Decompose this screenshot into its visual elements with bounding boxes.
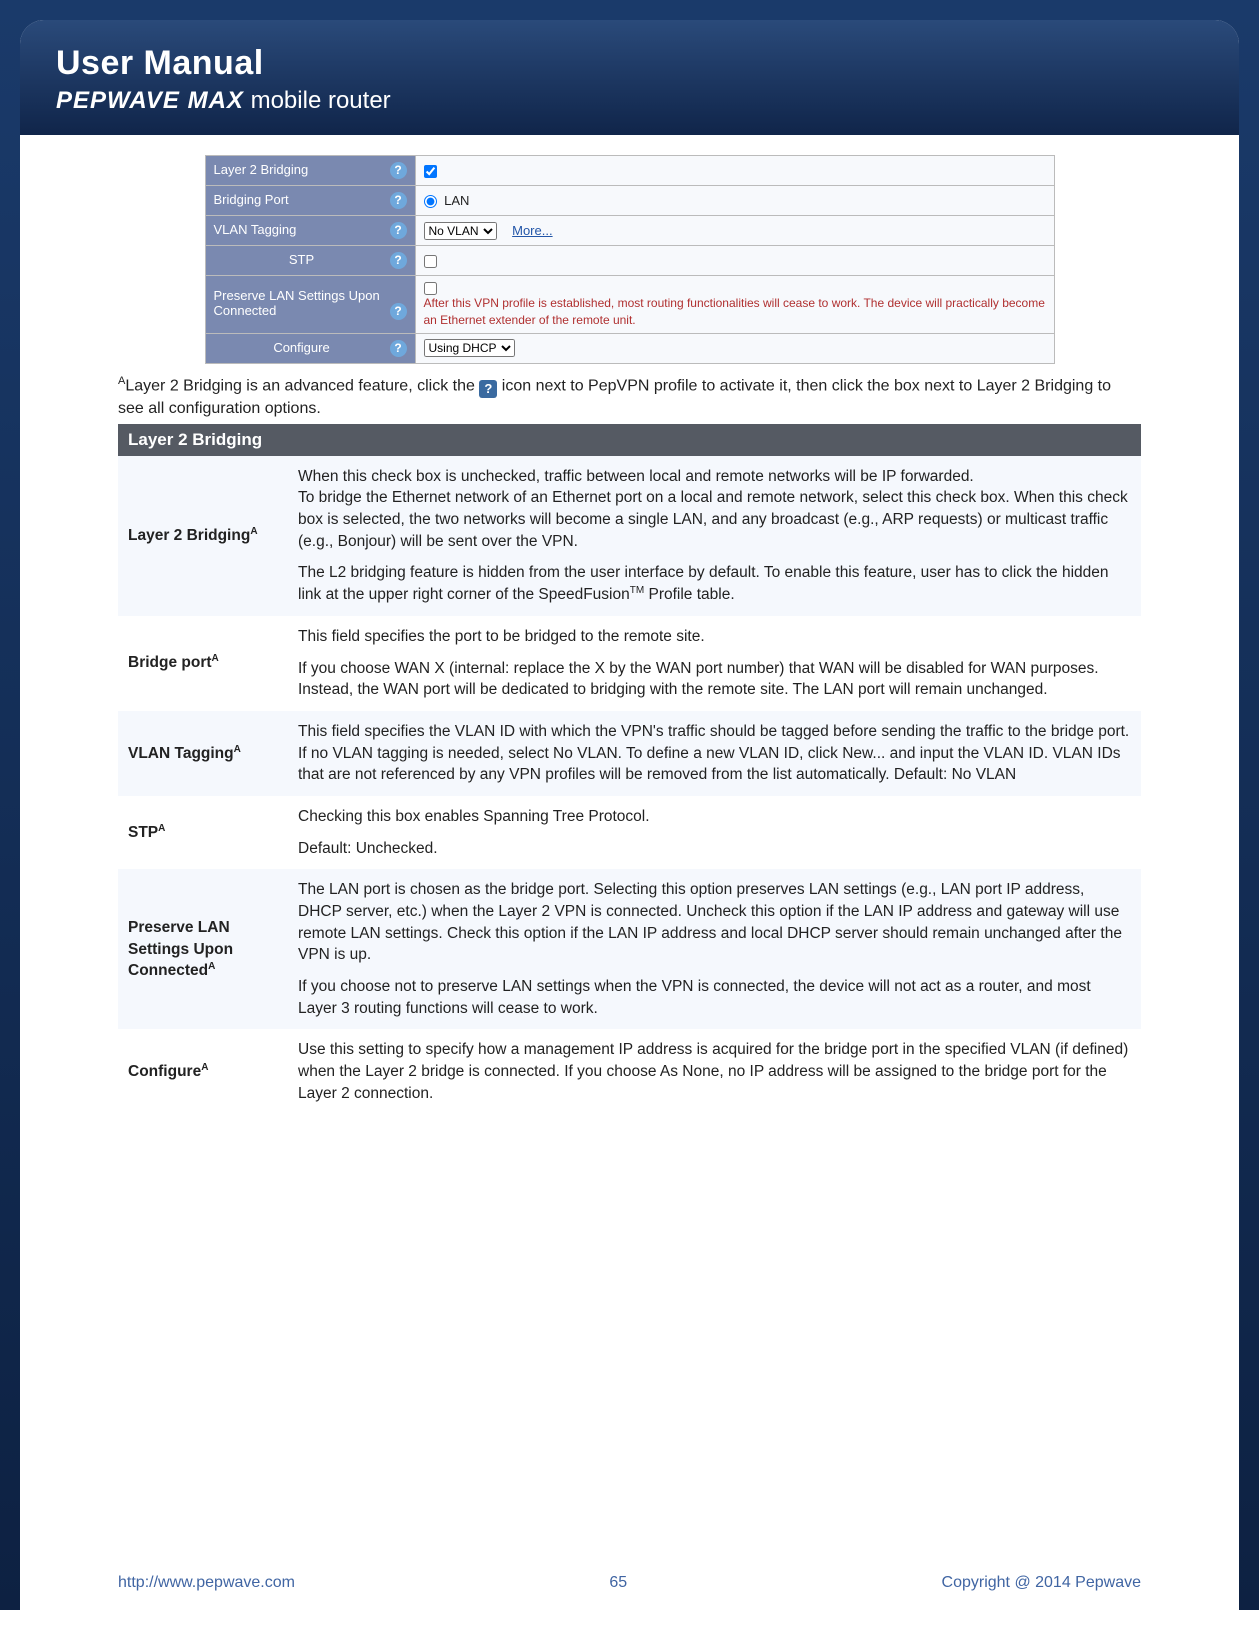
desc-body: This field specifies the VLAN ID with wh… bbox=[288, 711, 1141, 796]
description-table: Layer 2 Bridging Layer 2 BridgingA When … bbox=[118, 424, 1141, 1115]
stp-checkbox[interactable] bbox=[424, 255, 437, 268]
desc-label: STPA bbox=[118, 796, 288, 869]
advanced-note: ALayer 2 Bridging is an advanced feature… bbox=[118, 374, 1141, 420]
desc-para: Use this setting to specify how a manage… bbox=[298, 1039, 1131, 1104]
label-text: Preserve LAN Settings Upon Connected bbox=[214, 288, 380, 318]
bport-radio-wrap[interactable]: LAN bbox=[424, 193, 470, 208]
doc-subtitle: PEPWAVE MAX mobile router bbox=[56, 87, 1203, 115]
help-icon[interactable]: ? bbox=[390, 192, 407, 209]
row-label-configure: Configure ? bbox=[205, 333, 415, 363]
desc-body: The LAN port is chosen as the bridge por… bbox=[288, 869, 1141, 1029]
desc-para: The L2 bridging feature is hidden from t… bbox=[298, 562, 1131, 606]
desc-para: If you choose not to preserve LAN settin… bbox=[298, 976, 1131, 1019]
preserve-warning: After this VPN profile is established, m… bbox=[424, 296, 1045, 327]
label-text: STP bbox=[289, 252, 314, 267]
footer-url: http://www.pepwave.com bbox=[118, 1574, 295, 1592]
sup-a: A bbox=[158, 823, 165, 834]
config-panel: Layer 2 Bridging ? Bridging Port ? bbox=[205, 155, 1055, 364]
desc-body: This field specifies the port to be brid… bbox=[288, 616, 1141, 711]
desc-para: This field specifies the VLAN ID with wh… bbox=[298, 721, 1131, 786]
para-text: To bridge the Ethernet network of an Eth… bbox=[298, 489, 1128, 549]
label-text: VLAN Tagging bbox=[214, 222, 297, 237]
desc-para: When this check box is unchecked, traffi… bbox=[298, 466, 1131, 553]
sup-a: A bbox=[201, 1062, 208, 1073]
row-label-l2b: Layer 2 Bridging ? bbox=[205, 156, 415, 186]
desc-label-text: Bridge port bbox=[128, 655, 212, 672]
desc-label-text: VLAN Tagging bbox=[128, 745, 234, 762]
footer-page: 65 bbox=[609, 1574, 627, 1592]
label-text: Bridging Port bbox=[214, 192, 289, 207]
desc-para: Default: Unchecked. bbox=[298, 838, 1131, 860]
sup-a: A bbox=[212, 653, 219, 664]
doc-header: User Manual PEPWAVE MAX mobile router bbox=[20, 20, 1239, 135]
desc-label-text: Configure bbox=[128, 1063, 201, 1080]
help-icon[interactable]: ? bbox=[390, 303, 407, 320]
footer-copyright: Copyright @ 2014 Pepwave bbox=[942, 1574, 1141, 1592]
help-icon[interactable]: ? bbox=[390, 222, 407, 239]
desc-label: Layer 2 BridgingA bbox=[118, 456, 288, 616]
l2b-checkbox[interactable] bbox=[424, 165, 437, 178]
sup-a: A bbox=[250, 526, 257, 537]
desc-para: The LAN port is chosen as the bridge por… bbox=[298, 879, 1131, 966]
bport-radio-label: LAN bbox=[444, 193, 469, 208]
row-label-preserve: Preserve LAN Settings Upon Connected ? bbox=[205, 276, 415, 334]
sup-a: A bbox=[234, 744, 241, 755]
desc-label: Preserve LAN Settings Upon ConnectedA bbox=[118, 869, 288, 1029]
subtitle-rest: mobile router bbox=[244, 87, 391, 114]
row-label-bport: Bridging Port ? bbox=[205, 186, 415, 216]
brand-text: PEPWAVE MAX bbox=[56, 87, 244, 114]
desc-label: ConfigureA bbox=[118, 1029, 288, 1114]
page-footer: http://www.pepwave.com 65 Copyright @ 20… bbox=[20, 1574, 1239, 1592]
desc-para: This field specifies the port to be brid… bbox=[298, 626, 1131, 648]
row-label-stp: STP ? bbox=[205, 246, 415, 276]
desc-body: Checking this box enables Spanning Tree … bbox=[288, 796, 1141, 869]
tm-mark: TM bbox=[630, 585, 644, 596]
preserve-checkbox[interactable] bbox=[424, 282, 437, 295]
vlan-select[interactable]: No VLAN bbox=[424, 222, 497, 240]
note-text-1: Layer 2 Bridging is an advanced feature,… bbox=[125, 377, 479, 394]
help-icon[interactable]: ? bbox=[390, 162, 407, 179]
sup-a: A bbox=[208, 961, 215, 972]
bport-radio-lan[interactable] bbox=[424, 195, 437, 208]
help-icon[interactable]: ? bbox=[390, 340, 407, 357]
desc-label-text: STP bbox=[128, 824, 158, 841]
desc-label-text: Preserve LAN Settings Upon Connected bbox=[128, 919, 233, 980]
desc-label-text: Layer 2 Bridging bbox=[128, 527, 250, 544]
label-text: Configure bbox=[273, 340, 329, 355]
label-text: Layer 2 Bridging bbox=[214, 162, 309, 177]
desc-body: Use this setting to specify how a manage… bbox=[288, 1029, 1141, 1114]
desc-para: Checking this box enables Spanning Tree … bbox=[298, 806, 1131, 828]
vlan-more-link[interactable]: More... bbox=[512, 223, 552, 238]
para-text: When this check box is unchecked, traffi… bbox=[298, 468, 974, 485]
desc-para: If you choose WAN X (internal: replace t… bbox=[298, 658, 1131, 701]
desc-label: VLAN TaggingA bbox=[118, 711, 288, 796]
row-label-vlan: VLAN Tagging ? bbox=[205, 216, 415, 246]
inline-help-icon: ? bbox=[479, 380, 497, 398]
desc-title: Layer 2 Bridging bbox=[118, 424, 1141, 456]
doc-title: User Manual bbox=[56, 44, 1203, 83]
help-icon[interactable]: ? bbox=[390, 252, 407, 269]
configure-select[interactable]: Using DHCP bbox=[424, 339, 515, 357]
desc-body: When this check box is unchecked, traffi… bbox=[288, 456, 1141, 616]
desc-label: Bridge portA bbox=[118, 616, 288, 711]
